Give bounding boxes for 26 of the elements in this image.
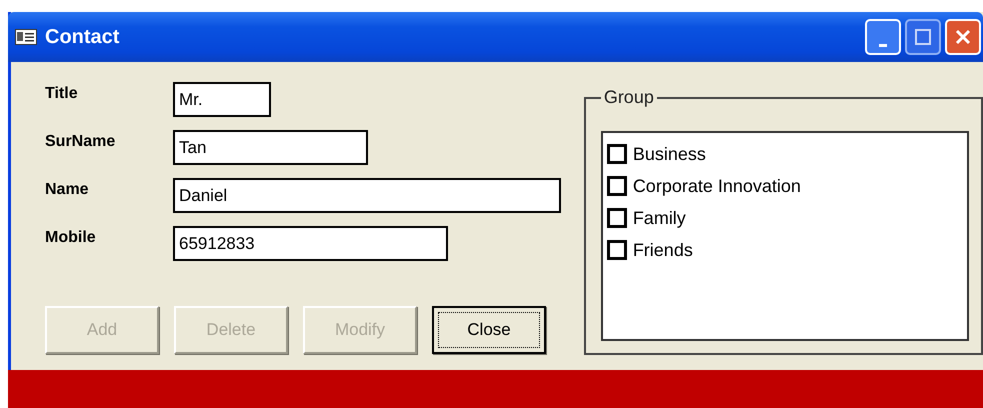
maximize-button[interactable] xyxy=(905,19,941,55)
field-label: SurName xyxy=(45,133,116,151)
maximize-icon xyxy=(914,28,932,46)
dialog-button[interactable]: Close xyxy=(432,306,546,354)
field-label: Name xyxy=(45,181,89,199)
window-title: Contact xyxy=(45,26,120,48)
group-title: Group xyxy=(600,87,657,108)
input-field[interactable]: Daniel xyxy=(173,178,561,213)
input-field[interactable]: 65912833 xyxy=(173,226,448,261)
minimize-icon xyxy=(879,44,887,47)
checkbox[interactable] xyxy=(606,176,627,196)
close-button[interactable] xyxy=(945,19,981,55)
checkbox-label[interactable]: Family xyxy=(632,208,686,228)
field-label: Mobile xyxy=(45,229,96,247)
input-field[interactable]: Tan xyxy=(173,130,368,165)
close-icon xyxy=(953,27,973,47)
contact-card-icon xyxy=(15,29,37,45)
input-field[interactable]: Mr. xyxy=(173,82,271,117)
minimize-button[interactable] xyxy=(865,19,901,55)
checkbox-label[interactable]: Business xyxy=(632,144,706,164)
checkbox[interactable] xyxy=(606,240,627,260)
checkbox-label[interactable]: Corporate Innovation xyxy=(632,176,801,196)
field-label: Title xyxy=(45,85,78,103)
checkbox[interactable] xyxy=(606,144,627,164)
checkbox[interactable] xyxy=(606,208,627,228)
checkbox-label[interactable]: Friends xyxy=(632,240,693,260)
